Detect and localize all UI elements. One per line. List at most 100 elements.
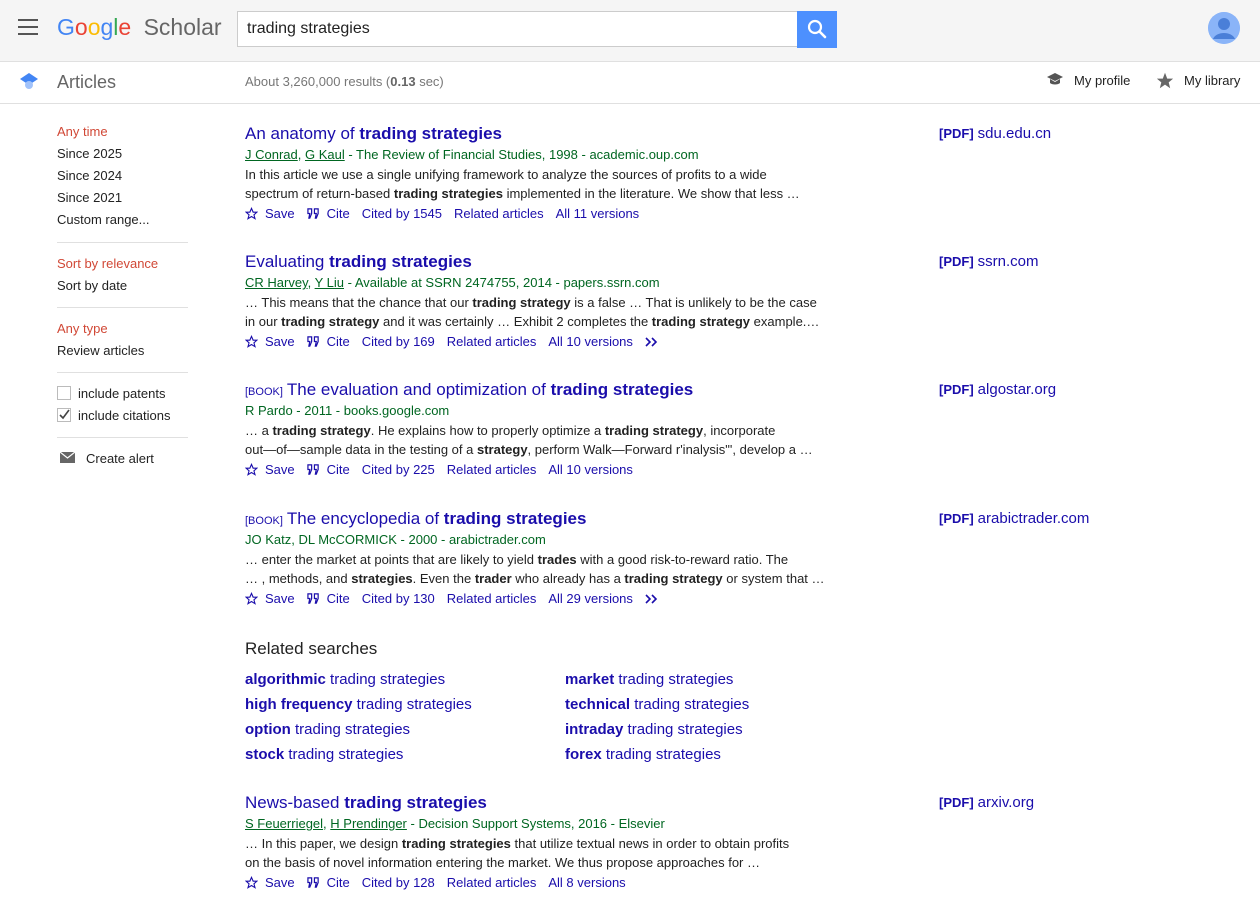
pdf-link[interactable]: [PDF] arabictrader.com (939, 510, 1089, 527)
section-label[interactable]: Articles (57, 72, 116, 93)
my-profile-link[interactable]: My profile (1074, 73, 1130, 88)
cite-button[interactable]: Cite (306, 206, 350, 221)
my-library-link[interactable]: My library (1184, 73, 1240, 88)
result-snippet: … This means that the chance that our tr… (245, 295, 820, 329)
save-button[interactable]: Save (245, 206, 295, 221)
cite-button[interactable]: Cite (306, 334, 350, 349)
save-button[interactable]: Save (245, 591, 295, 606)
related-search-link[interactable]: market trading strategies (565, 671, 733, 688)
checkbox-checked[interactable] (57, 408, 71, 422)
pdf-link[interactable]: [PDF] ssrn.com (939, 253, 1039, 270)
include-patents-checkbox[interactable]: include patents (57, 386, 165, 401)
author-link[interactable]: S Feuerriegel (245, 816, 323, 831)
save-button[interactable]: Save (245, 334, 295, 349)
pdf-link[interactable]: [PDF] arxiv.org (939, 794, 1034, 811)
result-actions: Save Cite Cited by 1545 Related articles… (245, 206, 885, 221)
cite-button[interactable]: Cite (306, 462, 350, 477)
all-versions-link[interactable]: All 29 versions (548, 591, 633, 606)
author-link[interactable]: Y Liu (315, 275, 344, 290)
scholar-cap-icon (20, 73, 38, 89)
cited-by-link[interactable]: Cited by 130 (362, 591, 435, 606)
related-search-link[interactable]: stock trading strategies (245, 746, 403, 763)
star-outline-icon (245, 335, 258, 348)
result-title[interactable]: [BOOK] The encyclopedia of trading strate… (245, 509, 885, 529)
filter-any-time[interactable]: Any time (57, 124, 108, 139)
divider (57, 307, 188, 308)
result-item: An anatomy of trading strategies J Conra… (245, 124, 885, 221)
create-alert-link[interactable]: Create alert (86, 451, 154, 466)
sub-header (0, 61, 1260, 104)
logo-google: Google (57, 14, 132, 40)
related-articles-link[interactable]: Related articles (447, 334, 537, 349)
divider (57, 372, 188, 373)
checkbox-unchecked[interactable] (57, 386, 71, 400)
result-actions: Save Cite Cited by 128 Related articles … (245, 875, 885, 890)
divider (57, 437, 188, 438)
related-search-link[interactable]: algorithmic trading strategies (245, 671, 445, 688)
all-versions-link[interactable]: All 10 versions (548, 334, 633, 349)
more-options-button[interactable] (645, 336, 659, 347)
search-button[interactable] (797, 11, 837, 48)
all-versions-link[interactable]: All 10 versions (548, 462, 633, 477)
related-search-link[interactable]: high frequency trading strategies (245, 696, 472, 713)
save-button[interactable]: Save (245, 462, 295, 477)
account-avatar[interactable] (1208, 12, 1240, 44)
pdf-link[interactable]: [PDF] algostar.org (939, 381, 1056, 398)
related-articles-link[interactable]: Related articles (447, 591, 537, 606)
cite-button[interactable]: Cite (306, 591, 350, 606)
related-search-link[interactable]: technical trading strategies (565, 696, 749, 713)
hamburger-menu-icon[interactable] (18, 19, 38, 35)
related-search-link[interactable]: intraday trading strategies (565, 721, 743, 738)
include-citations-checkbox[interactable]: include citations (57, 408, 171, 423)
quote-icon (306, 593, 319, 604)
author-link[interactable]: G Kaul (305, 147, 345, 162)
checkmark-icon (59, 409, 70, 420)
quote-icon (306, 464, 319, 475)
author-link[interactable]: H Prendinger (330, 816, 407, 831)
related-search-link[interactable]: option trading strategies (245, 721, 410, 738)
result-snippet: In this article we use a single unifying… (245, 167, 800, 201)
cited-by-link[interactable]: Cited by 1545 (362, 206, 442, 221)
sort-by-date[interactable]: Sort by date (57, 278, 127, 293)
filter-custom-range[interactable]: Custom range... (57, 212, 150, 227)
pdf-link[interactable]: [PDF] sdu.edu.cn (939, 125, 1051, 142)
related-articles-link[interactable]: Related articles (454, 206, 544, 221)
result-title[interactable]: [BOOK] The evaluation and optimization of… (245, 380, 885, 400)
google-scholar-logo[interactable]: Google Scholar (57, 14, 222, 41)
book-badge: [BOOK] (245, 386, 283, 398)
sort-by-relevance[interactable]: Sort by relevance (57, 256, 158, 271)
result-title[interactable]: Evaluating trading strategies (245, 252, 885, 272)
result-meta: S Feuerriegel, H Prendinger - Decision S… (245, 816, 665, 831)
author-link[interactable]: J Conrad (245, 147, 298, 162)
related-search-link[interactable]: forex trading strategies (565, 746, 721, 763)
book-badge: [BOOK] (245, 515, 283, 527)
filter-review-articles[interactable]: Review articles (57, 343, 144, 358)
result-title[interactable]: News-based trading strategies (245, 793, 885, 813)
result-title[interactable]: An anatomy of trading strategies (245, 124, 885, 144)
star-outline-icon (245, 876, 258, 889)
author-link[interactable]: CR Harvey (245, 275, 308, 290)
related-articles-link[interactable]: Related articles (447, 875, 537, 890)
save-button[interactable]: Save (245, 875, 295, 890)
double-chevron-right-icon (645, 593, 658, 604)
result-snippet: … enter the market at points that are li… (245, 552, 825, 586)
double-chevron-right-icon (645, 336, 658, 347)
all-versions-link[interactable]: All 8 versions (548, 875, 625, 890)
filter-since-2024[interactable]: Since 2024 (57, 168, 122, 183)
filter-any-type[interactable]: Any type (57, 321, 108, 336)
more-options-button[interactable] (645, 593, 659, 604)
cited-by-link[interactable]: Cited by 169 (362, 334, 435, 349)
cite-button[interactable]: Cite (306, 875, 350, 890)
result-actions: Save Cite Cited by 169 Related articles … (245, 334, 885, 349)
graduation-cap-icon (1047, 73, 1063, 85)
all-versions-link[interactable]: All 11 versions (556, 206, 640, 221)
search-field[interactable] (237, 11, 797, 47)
result-actions: Save Cite Cited by 225 Related articles … (245, 462, 885, 477)
related-articles-link[interactable]: Related articles (447, 462, 537, 477)
search-input[interactable] (238, 12, 797, 46)
filter-since-2025[interactable]: Since 2025 (57, 146, 122, 161)
cited-by-link[interactable]: Cited by 128 (362, 875, 435, 890)
quote-icon (306, 336, 319, 347)
filter-since-2021[interactable]: Since 2021 (57, 190, 122, 205)
cited-by-link[interactable]: Cited by 225 (362, 462, 435, 477)
